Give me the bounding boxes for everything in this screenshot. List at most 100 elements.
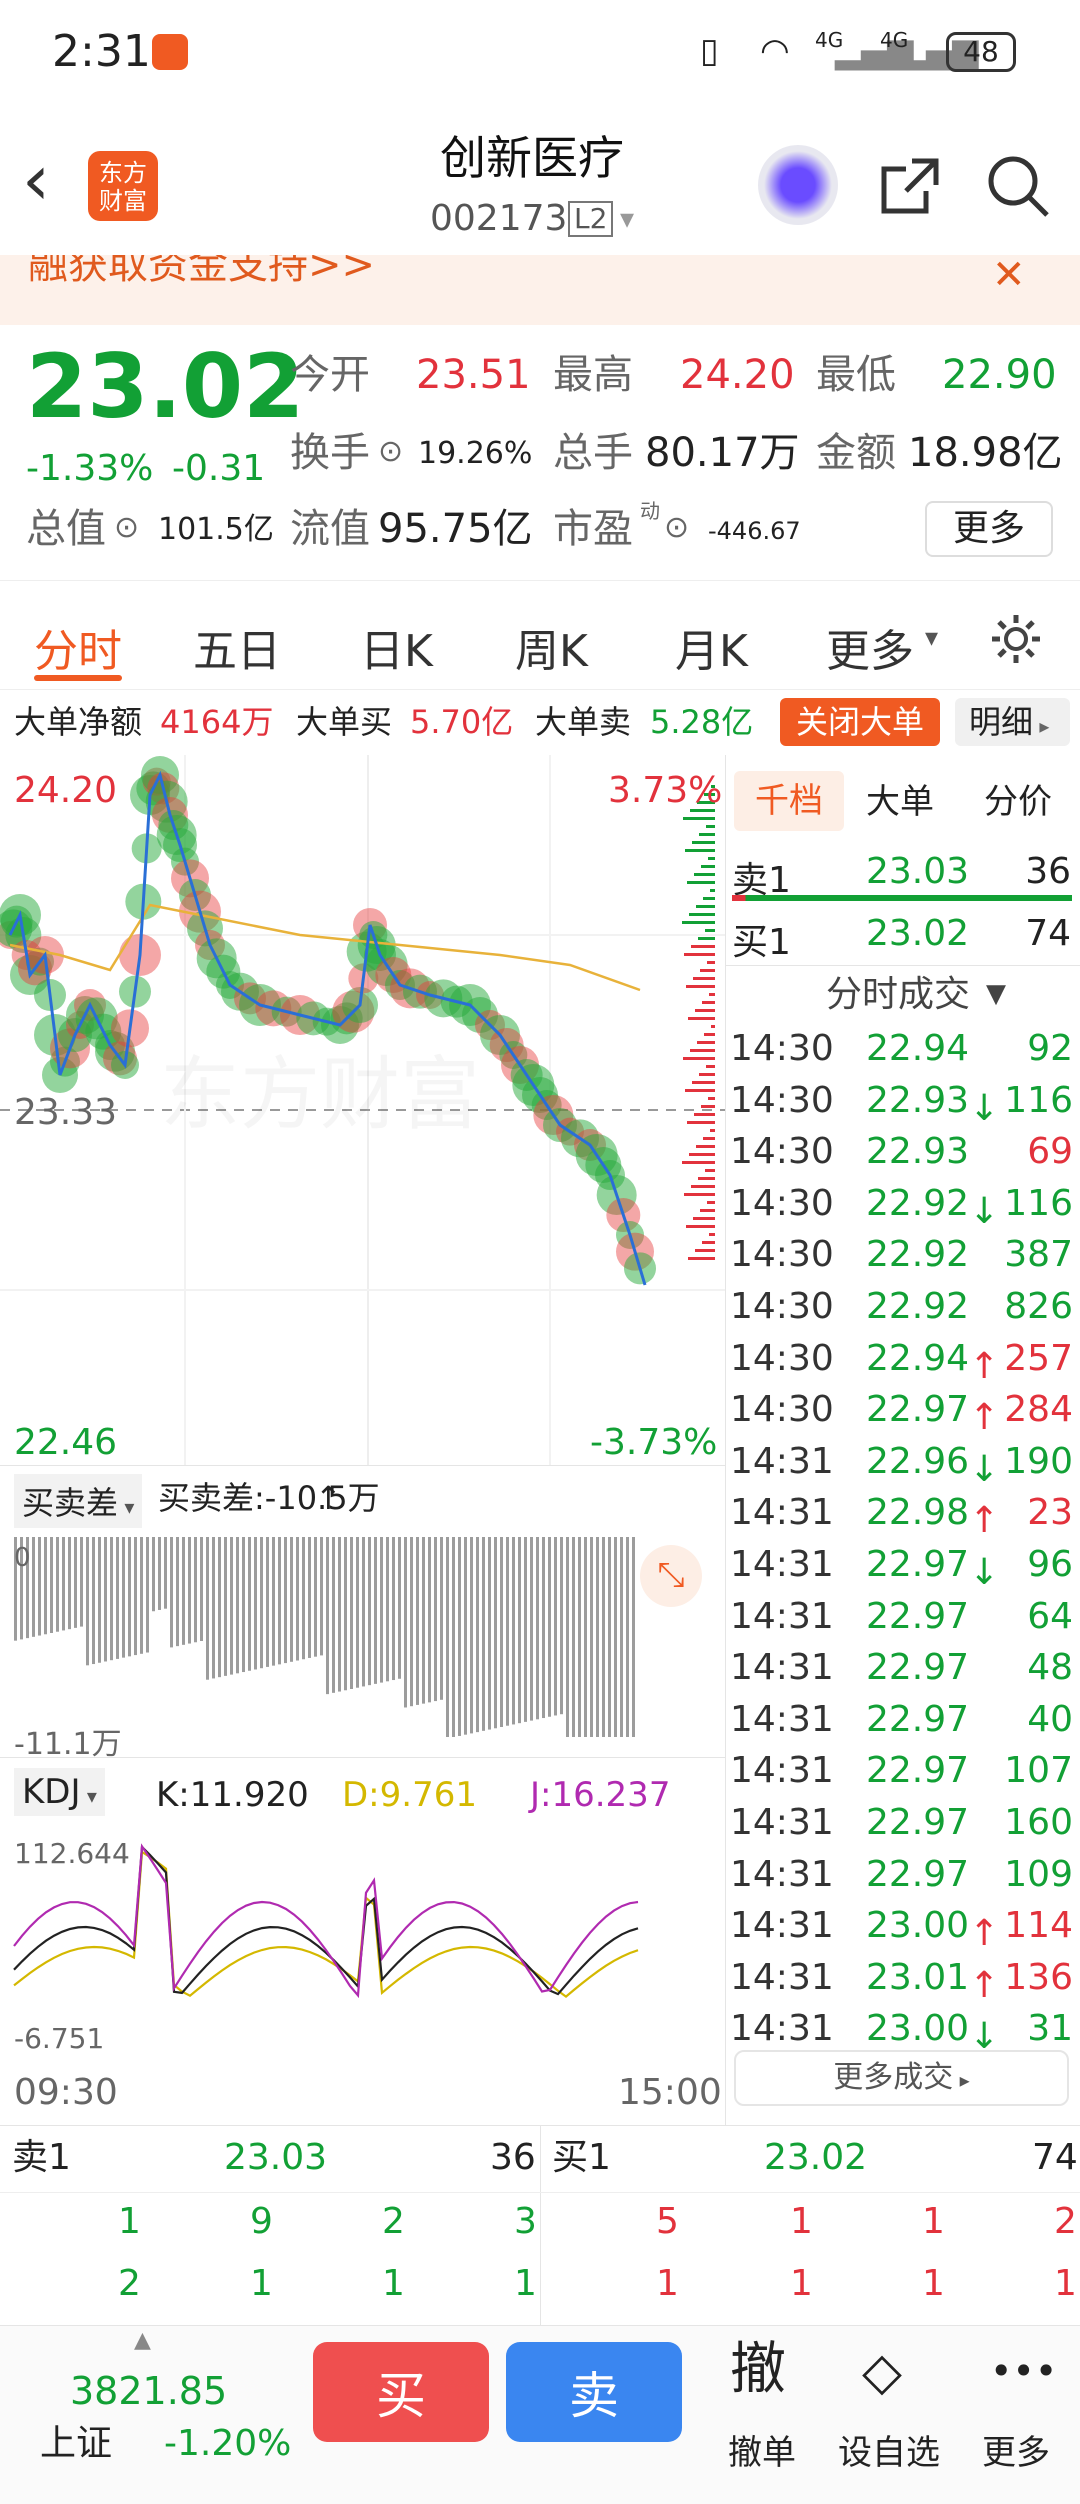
- share-icon[interactable]: [878, 155, 942, 219]
- trade-price: 22.97: [866, 1853, 970, 1895]
- index-value[interactable]: 3821.85: [70, 2372, 227, 2410]
- trade-price: 22.97: [866, 1802, 970, 1843]
- last-price: 23.02: [26, 335, 305, 438]
- tab-five-day[interactable]: 五日: [193, 615, 281, 679]
- info-icon[interactable]: ⊙: [378, 437, 403, 467]
- diff-bar: [632, 1537, 635, 1737]
- settings-gear-icon[interactable]: [988, 611, 1044, 667]
- volume-bar: [711, 1025, 715, 1028]
- diff-bar: [548, 1537, 551, 1717]
- diff-bar: [398, 1537, 401, 1679]
- add-watchlist-label[interactable]: 设自选: [838, 2436, 940, 2470]
- logo-line-1: 东方: [99, 159, 147, 187]
- tab-monthly-k[interactable]: 月K: [675, 615, 748, 679]
- volume-bar: [687, 881, 715, 884]
- detail-button[interactable]: 明细 ▸: [955, 698, 1070, 746]
- diff-bar: [218, 1537, 221, 1678]
- pe-dynamic-mark: 动: [640, 499, 660, 523]
- book-buy-queue: 5: [656, 2201, 679, 2242]
- volume-bar: [702, 1001, 715, 1004]
- low-label: 最低: [816, 352, 896, 398]
- cancel-order-label[interactable]: 撤单: [728, 2436, 796, 2470]
- trade-volume: 23: [1027, 1492, 1073, 1534]
- tab-big-order[interactable]: 大单: [866, 785, 934, 819]
- diff-bar: [50, 1537, 53, 1633]
- back-icon[interactable]: ‹: [22, 145, 50, 215]
- cancel-order-icon[interactable]: 撤: [730, 2342, 786, 2398]
- trades-title[interactable]: 分时成交: [826, 977, 970, 1013]
- trade-price: 22.94 ↑: [866, 1337, 1000, 1387]
- kdj-d-value: D:9.761: [342, 1775, 477, 1815]
- more-trades-button[interactable]: 更多成交 ▸: [734, 2050, 1069, 2106]
- vibrate-icon: ▯: [700, 31, 719, 71]
- trade-price: 22.97: [866, 1750, 970, 1792]
- indicator1-svg: [14, 1537, 635, 1737]
- volume-bar: [708, 1097, 715, 1100]
- trade-volume: 31: [1027, 2008, 1073, 2050]
- tab-thousand-level[interactable]: 千档: [734, 771, 844, 831]
- book-sell-queue: 1: [514, 2263, 537, 2304]
- expand-icon[interactable]: ⤡: [640, 1545, 702, 1607]
- chevron-down-icon[interactable]: ▾: [620, 205, 634, 233]
- more-icon[interactable]: •••: [990, 2352, 1057, 2390]
- trade-price: 23.01 ↑: [866, 1956, 1000, 2006]
- tab-intraday[interactable]: 分时: [34, 615, 122, 679]
- tab-more[interactable]: 更多: [826, 615, 914, 679]
- close-icon[interactable]: ✕: [992, 255, 1026, 295]
- buy-sell-ratio-bar: [732, 895, 1072, 901]
- indicator1-label: 买卖差: [22, 1484, 119, 1522]
- trade-time: 14:31: [730, 1595, 834, 1637]
- tab-weekly-k[interactable]: 周K: [515, 615, 588, 679]
- promo-banner[interactable]: 融获取资金支持>> ✕: [0, 255, 1080, 325]
- trade-price: 22.97: [866, 1698, 970, 1740]
- trade-row: 14:31 23.01 ↑ 136: [726, 1949, 1080, 2006]
- trade-time: 14:31: [730, 1750, 834, 1792]
- add-watchlist-icon[interactable]: ◇: [862, 2346, 902, 2398]
- trade-price: 22.97 ↓: [866, 1544, 1000, 1593]
- volume-bar: [701, 1105, 715, 1108]
- buy-button[interactable]: 买: [313, 2342, 489, 2442]
- tab-price-dist[interactable]: 分价: [984, 785, 1052, 819]
- trade-price: 22.96 ↓: [866, 1440, 1000, 1490]
- diff-bar: [428, 1537, 431, 1703]
- book-buy1-price: 23.02: [764, 2137, 868, 2178]
- diff-bar: [296, 1537, 299, 1661]
- assistant-robot-icon[interactable]: [758, 145, 838, 225]
- trade-time: 14:31: [730, 1544, 834, 1585]
- volume-bar: [683, 1057, 715, 1060]
- diff-bar: [590, 1537, 593, 1737]
- trade-volume: 109: [1004, 1853, 1073, 1895]
- banner-text: 融获取资金支持>>: [28, 255, 376, 288]
- more-label[interactable]: 更多: [982, 2436, 1050, 2470]
- diff-bar: [596, 1537, 599, 1737]
- index-name[interactable]: 上证: [40, 2426, 112, 2462]
- trade-price: 22.97 ↑: [866, 1389, 1000, 1439]
- trade-volume: 116: [1004, 1182, 1073, 1224]
- diff-bar: [470, 1537, 473, 1734]
- tab-daily-k[interactable]: 日K: [360, 615, 433, 679]
- info-icon[interactable]: ⊙: [114, 513, 139, 543]
- more-quote-button[interactable]: 更多: [925, 501, 1053, 557]
- trade-row: 14:31 23.00 ↑ 114: [726, 1897, 1080, 1954]
- kdj-selector[interactable]: KDJ ▾: [14, 1768, 105, 1816]
- diff-bar: [614, 1537, 617, 1737]
- chevron-down-icon: ▾: [80, 1784, 97, 1808]
- diff-bar: [182, 1537, 185, 1645]
- diff-bar: [416, 1537, 419, 1705]
- info-icon[interactable]: ⊙: [664, 513, 689, 543]
- indicator1-selector[interactable]: 买卖差 ▾: [14, 1474, 143, 1528]
- index-pct[interactable]: -1.20%: [164, 2426, 291, 2462]
- intraday-chart[interactable]: 24.20 3.73% 23.33 22.46 -3.73% 东方财富 买卖差 …: [0, 755, 725, 2125]
- chevron-up-icon[interactable]: ▲: [134, 2330, 151, 2352]
- diff-bar: [422, 1537, 425, 1704]
- book-sell-queue: 1: [118, 2201, 141, 2242]
- trade-time: 14:31: [730, 1440, 834, 1482]
- diff-bar: [128, 1537, 131, 1657]
- side-buy1-row: 买1 23.02 74: [726, 905, 1080, 963]
- indicator1-value: 买卖差:-10.5万: [158, 1479, 380, 1517]
- close-big-order-button[interactable]: 关闭大单: [780, 698, 940, 746]
- diff-bar: [92, 1537, 95, 1665]
- search-icon[interactable]: [985, 153, 1051, 219]
- stock-code: 002173: [430, 198, 568, 239]
- sell-button[interactable]: 卖: [506, 2342, 682, 2442]
